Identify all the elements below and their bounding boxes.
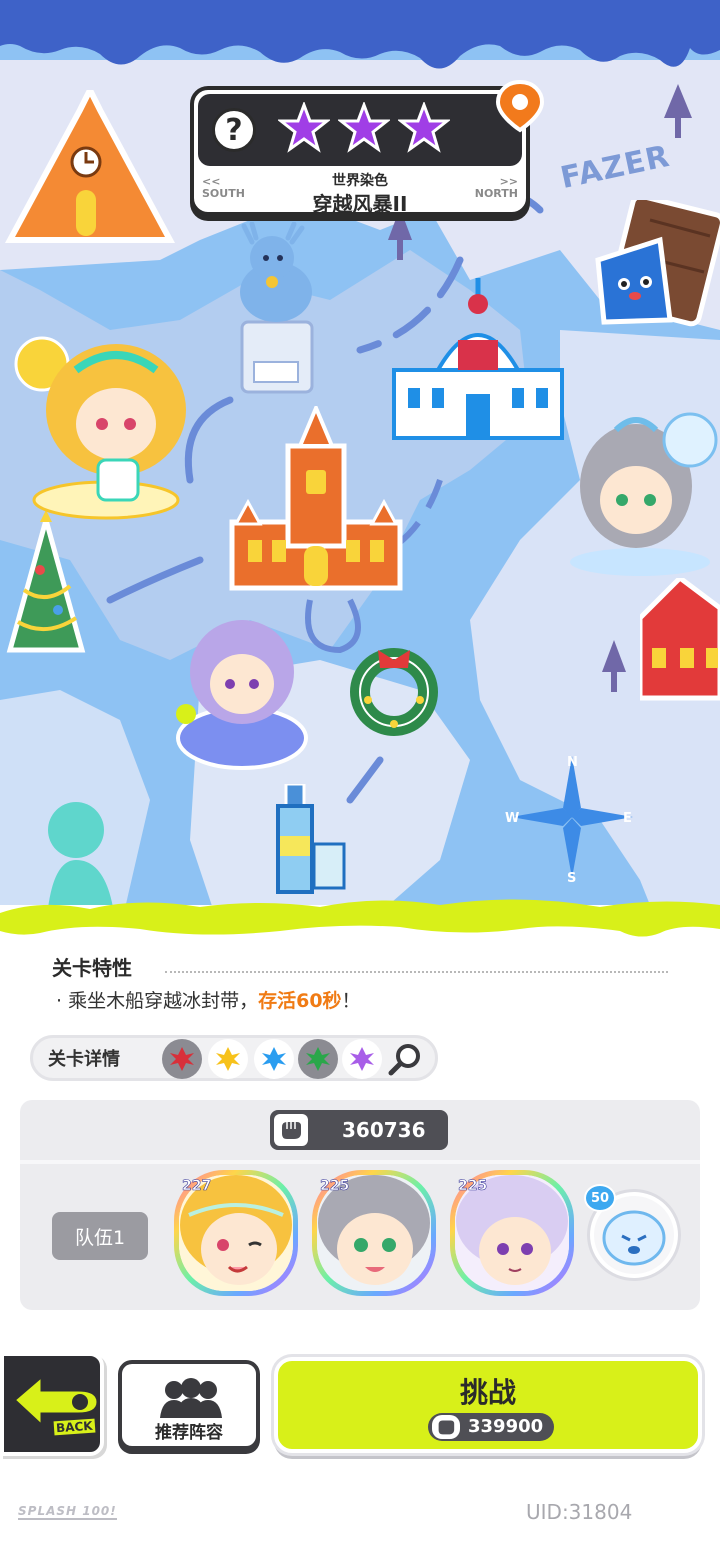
christmas-tree-landmark[interactable] xyxy=(0,510,92,660)
blue-splat-icon xyxy=(262,1047,286,1071)
element-token-green[interactable] xyxy=(298,1039,338,1079)
purple-hair-character-map-sprite[interactable] xyxy=(172,610,312,780)
help-button[interactable]: ? xyxy=(212,108,256,152)
back-label: BACK xyxy=(53,1418,95,1436)
challenge-cost-chip: 339900 xyxy=(428,1413,554,1441)
member-3-level: 225 xyxy=(458,1178,488,1195)
clock-church-landmark[interactable] xyxy=(0,90,180,250)
features-text-suffix: ！ xyxy=(341,990,361,1012)
member-2-level: 225 xyxy=(320,1178,350,1195)
features-text-highlight: 存活60秒 xyxy=(258,990,342,1012)
team-power-value: 360736 xyxy=(342,1118,426,1142)
user-id: UID:31804 xyxy=(526,1500,633,1524)
compass-n: N xyxy=(567,755,578,770)
people-group-icon xyxy=(160,1378,222,1418)
location-pin-icon[interactable] xyxy=(492,78,548,134)
compass-rose: N S W E xyxy=(505,755,633,885)
blue-palace-landmark[interactable] xyxy=(388,270,568,448)
red-splat-icon xyxy=(170,1047,194,1071)
red-house-landmark[interactable] xyxy=(640,578,720,708)
deer-statue-landmark[interactable] xyxy=(222,222,326,398)
green-splat-icon xyxy=(306,1047,330,1071)
star-icon xyxy=(338,102,390,153)
recommended-lineup-label: 推荐阵容 xyxy=(155,1423,223,1443)
stage-details-label: 关卡详情 xyxy=(48,1049,120,1070)
christmas-wreath-landmark[interactable] xyxy=(348,640,440,736)
features-text-prefix: · 乘坐木船穿越冰封带， xyxy=(56,990,259,1012)
recommended-lineup-button[interactable]: 推荐阵容 xyxy=(118,1360,260,1450)
fist-icon xyxy=(274,1114,308,1146)
features-divider xyxy=(165,971,668,973)
stage-header-card: ? 世界染色 穿越风暴II << SOUTH >> NORTH xyxy=(190,86,530,216)
lime-paint-edge xyxy=(0,899,720,937)
yellow-splat-icon xyxy=(216,1047,240,1071)
silver-hair-character-map-sprite[interactable] xyxy=(560,400,720,580)
challenge-cost-value: 339900 xyxy=(468,1416,544,1437)
south-nav-button[interactable]: << SOUTH xyxy=(202,176,245,200)
compass-w: W xyxy=(505,811,519,826)
back-button[interactable]: BACK xyxy=(0,1352,104,1456)
compass-e: E xyxy=(623,811,632,826)
world-map[interactable]: N S W E FAZER ? 世界染色 穿越风暴II << SOUTH >> … xyxy=(0,0,720,930)
chocolate-bar-mascot[interactable] xyxy=(590,200,720,330)
element-token-purple[interactable] xyxy=(342,1039,382,1079)
fist-icon xyxy=(432,1415,460,1439)
stage-features-title: 关卡特性 xyxy=(52,956,132,980)
game-logo: SPLASH 100! xyxy=(18,1504,117,1520)
blonde-character-map-sprite[interactable] xyxy=(6,320,196,520)
member-1-level: 227 xyxy=(182,1178,212,1195)
stage-features-text: · 乘坐木船穿越冰封带，存活60秒！ xyxy=(56,986,361,1013)
south-label: SOUTH xyxy=(202,187,245,200)
team-box-divider xyxy=(20,1160,700,1164)
element-token-blue[interactable] xyxy=(254,1039,294,1079)
star-icon xyxy=(278,102,330,153)
north-label: NORTH xyxy=(474,187,518,200)
challenge-label: 挑战 xyxy=(459,1376,516,1409)
top-paint-drip xyxy=(0,0,720,69)
purple-splat-icon xyxy=(350,1047,374,1071)
north-nav-button[interactable]: >> NORTH xyxy=(475,176,518,200)
bottle-and-glass-item[interactable] xyxy=(258,784,348,896)
compass-s: S xyxy=(567,871,576,885)
element-token-yellow[interactable] xyxy=(208,1039,248,1079)
magnifier-icon[interactable] xyxy=(386,1039,426,1079)
challenge-button[interactable]: 挑战 339900 xyxy=(274,1357,702,1453)
pet-level: 50 xyxy=(584,1184,616,1212)
orange-castle-landmark[interactable] xyxy=(228,406,404,592)
team-label[interactable]: 队伍1 xyxy=(52,1212,148,1260)
team-power-chip: 360736 xyxy=(270,1110,448,1150)
star-icon xyxy=(398,102,450,153)
element-token-red[interactable] xyxy=(162,1039,202,1079)
